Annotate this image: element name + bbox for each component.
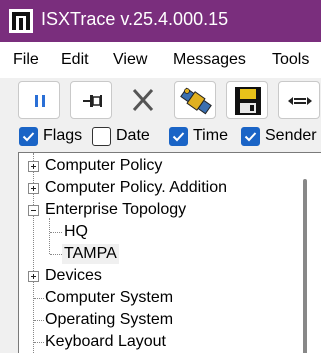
time-checkbox[interactable] bbox=[169, 127, 188, 146]
sender-checkbox[interactable] bbox=[241, 127, 260, 146]
tree-node-computer-policy-addition[interactable]: Computer Policy. Addition bbox=[45, 178, 227, 198]
clear-button[interactable] bbox=[122, 81, 164, 119]
date-checkbox[interactable] bbox=[92, 127, 111, 146]
vertical-scrollbar-thumb[interactable] bbox=[303, 179, 307, 353]
tree-connector bbox=[34, 320, 44, 321]
menu-file[interactable]: File bbox=[13, 51, 39, 69]
tree-node-computer-policy[interactable]: Computer Policy bbox=[45, 156, 162, 176]
tree-view[interactable]: Computer Policy Computer Policy. Additio… bbox=[18, 152, 321, 353]
tree-node-operating-system[interactable]: Operating System bbox=[45, 310, 173, 330]
tree-connector bbox=[34, 342, 44, 343]
time-label: Time bbox=[193, 127, 228, 144]
expand-toggle[interactable] bbox=[28, 183, 39, 194]
connect-button[interactable] bbox=[278, 81, 320, 119]
tree-node-tampa[interactable]: TAMPA bbox=[62, 244, 119, 264]
checkmark-icon bbox=[22, 132, 35, 142]
save-button[interactable] bbox=[226, 81, 268, 119]
tree-node-keyboard-layout[interactable]: Keyboard Layout bbox=[45, 332, 166, 352]
expand-toggle[interactable] bbox=[28, 271, 39, 282]
pause-icon bbox=[35, 95, 45, 107]
menu-tools[interactable]: Tools bbox=[272, 51, 309, 69]
title-bar[interactable]: ISXTrace v.25.4.000.15 bbox=[0, 0, 321, 42]
floppy-disk-icon bbox=[235, 87, 261, 115]
close-x-icon bbox=[132, 88, 154, 112]
menu-view[interactable]: View bbox=[113, 51, 147, 69]
flags-label: Flags bbox=[43, 127, 83, 144]
pin-button[interactable] bbox=[70, 81, 112, 119]
tree-connector bbox=[49, 218, 50, 254]
checkmark-icon bbox=[172, 132, 185, 142]
window-title: ISXTrace v.25.4.000.15 bbox=[41, 9, 229, 29]
tree-node-enterprise-topology[interactable]: Enterprise Topology bbox=[45, 200, 186, 220]
menu-messages[interactable]: Messages bbox=[173, 51, 246, 69]
menu-bar: File Edit View Messages Tools bbox=[0, 42, 321, 78]
checkmark-icon bbox=[244, 132, 257, 142]
pause-button[interactable] bbox=[18, 81, 60, 119]
app-logo-icon bbox=[9, 9, 33, 33]
date-label: Date bbox=[116, 127, 150, 144]
tree-node-hq[interactable]: HQ bbox=[64, 222, 88, 242]
satellite-button[interactable] bbox=[174, 81, 216, 119]
toolbar bbox=[0, 78, 321, 124]
tree-node-devices[interactable]: Devices bbox=[45, 266, 102, 286]
pushpin-icon bbox=[83, 95, 102, 107]
sender-label: Sender bbox=[265, 127, 317, 144]
filter-bar: Flags Date Time Sender bbox=[0, 124, 321, 152]
tree-connector bbox=[34, 298, 44, 299]
collapse-toggle[interactable] bbox=[28, 205, 39, 216]
flags-checkbox[interactable] bbox=[19, 127, 38, 146]
menu-edit[interactable]: Edit bbox=[61, 51, 89, 69]
tree-connector bbox=[50, 254, 62, 255]
expand-toggle[interactable] bbox=[28, 161, 39, 172]
tree-connector bbox=[50, 232, 62, 233]
connection-icon bbox=[288, 97, 312, 105]
tree-node-computer-system[interactable]: Computer System bbox=[45, 288, 173, 308]
satellite-icon bbox=[180, 87, 212, 115]
